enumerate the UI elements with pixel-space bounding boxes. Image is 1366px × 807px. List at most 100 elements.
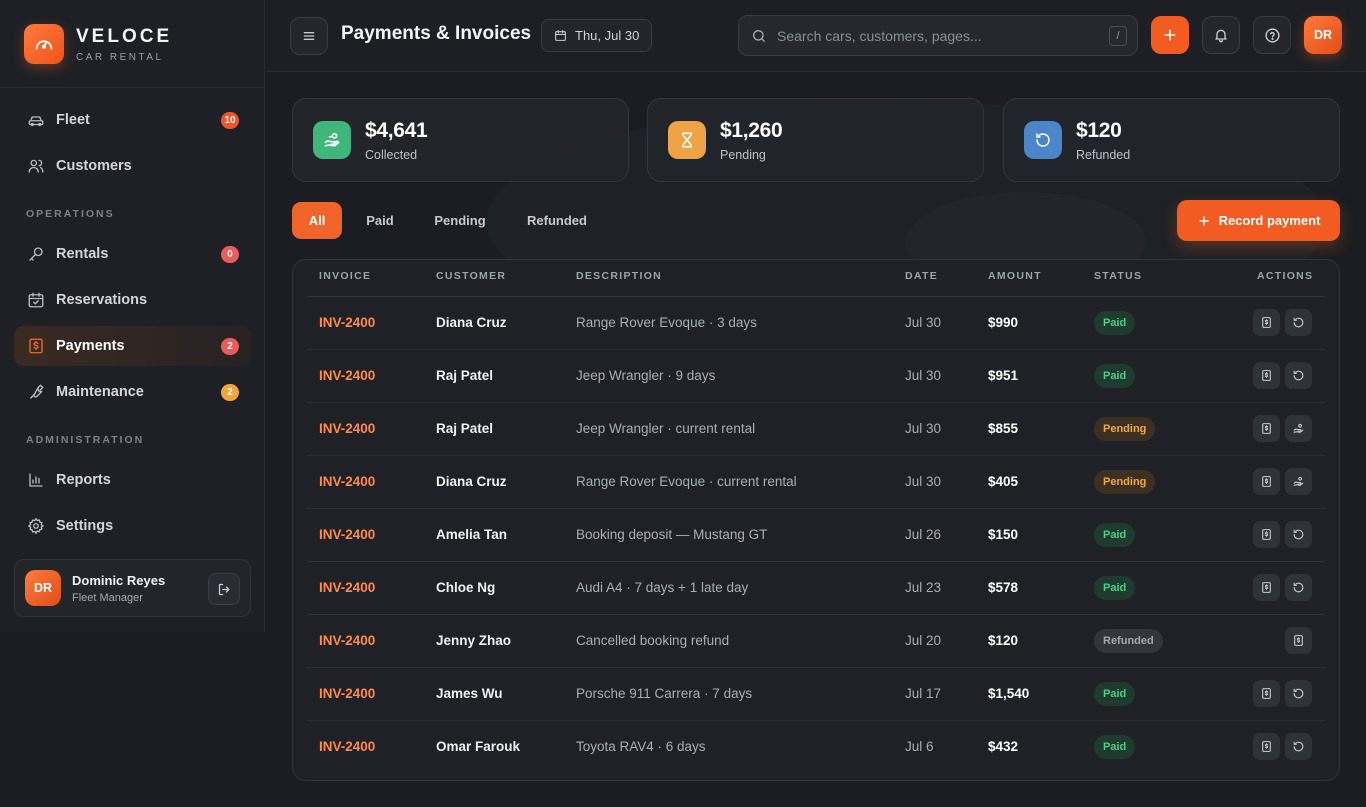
search-icon [753,29,765,42]
add-button[interactable] [1151,16,1189,54]
mark-collected-button[interactable] [1285,415,1312,442]
logout-icon [218,583,229,595]
record-payment-button[interactable]: Record payment [1177,200,1340,241]
view-receipt-button[interactable] [1253,309,1280,336]
table-row[interactable]: INV-2400 Jenny Zhao Cancelled booking refu… [307,615,1325,668]
search-input[interactable] [777,27,1097,44]
description: Range Rover Evoque · 3 days [576,315,757,330]
customer-name: Omar Farouk [436,739,521,754]
logout-button[interactable] [208,573,240,605]
sidebar-item-settings[interactable]: Settings [14,506,251,546]
view-receipt-button[interactable] [1253,574,1280,601]
filter-pending[interactable]: Pending [422,202,498,239]
amount: $578 [988,580,1019,595]
invoice-link[interactable]: INV-2400 [319,315,375,330]
receipt-icon [1260,422,1273,435]
status-badge: Paid [1094,523,1136,547]
table-row[interactable]: INV-2400 James Wu Porsche 911 Carrera · 7 … [307,668,1325,721]
table-row[interactable]: INV-2400 Chloe Ng Audi A4 · 7 days + 1 lat… [307,562,1325,615]
invoice-link[interactable]: INV-2400 [319,474,375,489]
invoice-link[interactable]: INV-2400 [319,421,375,436]
description: Jeep Wrangler · 9 days [576,368,716,383]
record-payment-label: Record payment [1218,213,1321,228]
view-receipt-button[interactable] [1285,627,1312,654]
sidebar-item-payments[interactable]: Payments 2 [14,326,251,366]
menu-button[interactable] [290,17,328,55]
column-header-amount[interactable]: AMOUNT [988,270,1042,282]
profile-avatar[interactable]: DR [1304,16,1342,54]
topbar: Payments & Invoices Thu, Jul 30 / DR [266,0,1366,72]
invoice-link[interactable]: INV-2400 [319,633,375,648]
view-receipt-button[interactable] [1253,680,1280,707]
filter-paid[interactable]: Paid [356,202,404,239]
refund-button[interactable] [1285,521,1312,548]
filter-refunded[interactable]: Refunded [514,202,600,239]
user-card[interactable]: DR Dominic Reyes Fleet Manager [14,559,251,617]
help-button[interactable] [1253,16,1291,54]
table-row[interactable]: INV-2400 Raj Patel Jeep Wrangler · 9 days J… [307,350,1325,403]
sidebar-item-reports[interactable]: Reports [14,460,251,500]
view-receipt-button[interactable] [1253,468,1280,495]
invoice-link[interactable]: INV-2400 [319,686,375,701]
section-label-administration: ADMINISTRATION [26,434,145,446]
column-header-customer[interactable]: CUSTOMER [436,270,506,282]
receipt-icon [1260,687,1273,700]
amount: $120 [988,633,1019,648]
view-receipt-button[interactable] [1253,521,1280,548]
receipt-icon [1260,369,1273,382]
sidebar-item-fleet[interactable]: Fleet 10 [14,100,251,140]
search-box[interactable]: / [738,15,1138,56]
sidebar-item-rentals[interactable]: Rentals 0 [14,234,251,274]
column-header-invoice[interactable]: INVOICE [319,270,371,282]
mark-collected-button[interactable] [1285,468,1312,495]
users-icon [26,156,46,176]
invoice-link[interactable]: INV-2400 [319,580,375,595]
column-header-description[interactable]: DESCRIPTION [576,270,662,282]
column-header-date[interactable]: DATE [905,270,938,282]
notifications-button[interactable] [1202,16,1240,54]
sidebar-item-label: Rentals [56,246,109,262]
sidebar-item-label: Fleet [56,112,90,128]
view-receipt-button[interactable] [1253,733,1280,760]
table-header: INVOICE CUSTOMER DESCRIPTION DATE AMOUNT… [307,260,1325,297]
sidebar-item-reservations[interactable]: Reservations [14,280,251,320]
sidebar-item-customers[interactable]: Customers [14,146,251,186]
invoice-link[interactable]: INV-2400 [319,739,375,754]
table-row[interactable]: INV-2400 Diana Cruz Range Rover Evoque · 3… [307,297,1325,350]
count-badge: 0 [221,246,239,263]
table-row[interactable]: INV-2400 Diana Cruz Range Rover Evoque · c… [307,456,1325,509]
refund-button[interactable] [1285,680,1312,707]
table-row[interactable]: INV-2400 Amelia Tan Booking deposit — Must… [307,509,1325,562]
speedometer-icon [24,24,64,64]
view-receipt-button[interactable] [1253,415,1280,442]
sidebar-item-label: Payments [56,338,125,354]
count-badge: 10 [221,112,239,129]
refund-button[interactable] [1285,362,1312,389]
refund-button[interactable] [1285,733,1312,760]
payments-table: INVOICE CUSTOMER DESCRIPTION DATE AMOUNT… [292,259,1340,781]
view-receipt-button[interactable] [1253,362,1280,389]
bell-icon [1215,29,1227,43]
description: Jeep Wrangler · current rental [576,421,756,436]
column-header-status[interactable]: STATUS [1094,270,1142,282]
refund-button[interactable] [1285,309,1312,336]
date-chip[interactable]: Thu, Jul 30 [541,19,653,52]
refund-icon [1024,121,1062,159]
sidebar-item-maintenance[interactable]: Maintenance 2 [14,372,251,412]
sidebar-item-label: Maintenance [56,384,144,400]
status-badge: Paid [1094,735,1136,759]
date: Jul 26 [905,527,942,542]
refund-button[interactable] [1285,574,1312,601]
hamburger-icon [303,31,315,40]
user-role: Fleet Manager [72,591,143,604]
amount: $855 [988,421,1019,436]
table-row[interactable]: INV-2400 Omar Farouk Toyota RAV4 · 6 days J… [307,721,1325,774]
divider [0,87,265,88]
shortcut-key: / [1109,26,1127,46]
table-row[interactable]: INV-2400 Raj Patel Jeep Wrangler · current… [307,403,1325,456]
invoice-link[interactable]: INV-2400 [319,368,375,383]
brand[interactable]: VELOCE CAR RENTAL [24,24,172,64]
invoice-link[interactable]: INV-2400 [319,527,375,542]
filter-all[interactable]: All [292,202,342,239]
stat-value: $120 [1076,118,1122,142]
